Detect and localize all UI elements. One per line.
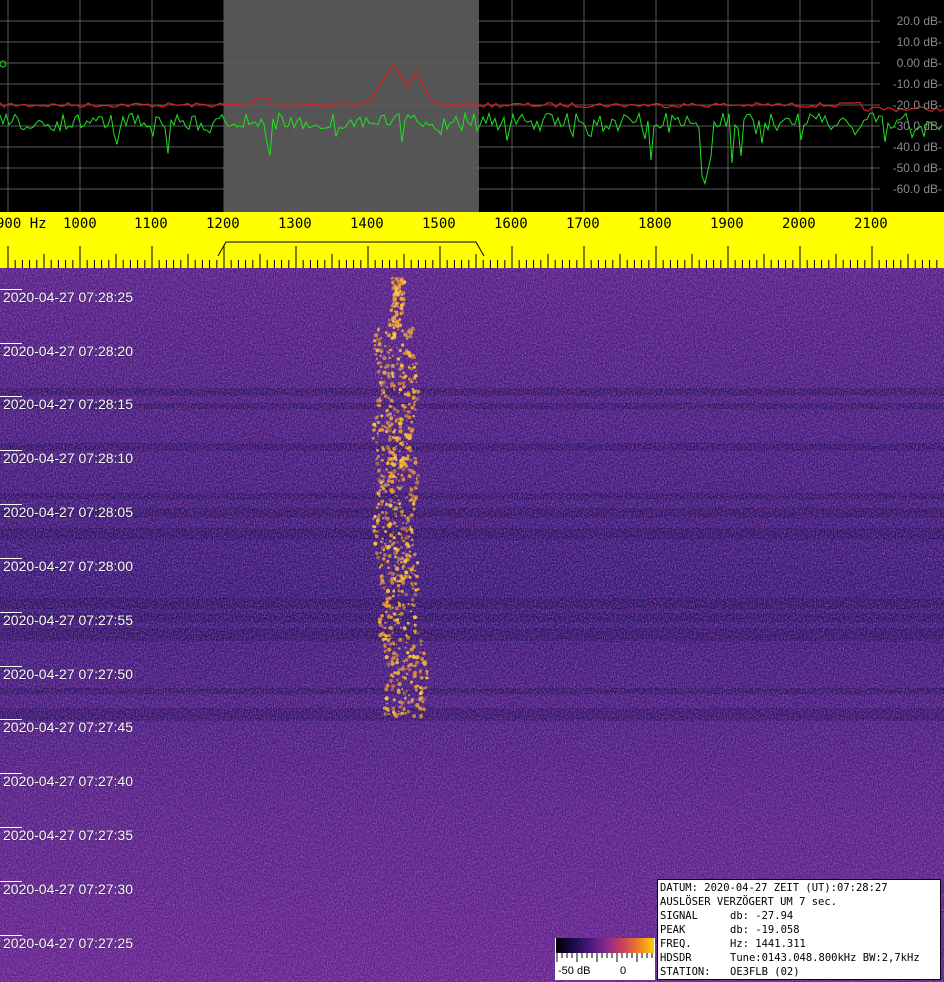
waterfall-image [0, 268, 944, 982]
timestamp: 2020-04-27 07:27:50 [3, 666, 133, 682]
freq-label: 1700 [566, 216, 600, 232]
colorbar-min-label: -50 dB [558, 965, 591, 977]
timestamp: 2020-04-27 07:27:40 [3, 773, 133, 789]
freq-label: 1200 [206, 216, 240, 232]
colorbar-legend: -50 dB 0 [555, 938, 655, 980]
db-label: -50.0 dB- [892, 161, 942, 175]
freq-label: 1600 [494, 216, 528, 232]
hdsdr-value: Tune:0143.048.800kHz BW:2,7kHz [730, 952, 920, 964]
timestamp: 2020-04-27 07:28:25 [3, 289, 133, 305]
db-label: -20.0 dB- [892, 98, 942, 112]
station-value: OE3FLB (02) [730, 966, 800, 978]
db-label: -60.0 dB- [892, 182, 942, 196]
timestamp: 2020-04-27 07:27:25 [3, 935, 133, 951]
db-label: 0.00 dB- [896, 56, 942, 70]
marker-icon [0, 60, 7, 68]
frequency-scale[interactable]: 900 Hz 1000 1100 1200 1300 1400 1500 160… [0, 212, 944, 268]
db-label: -30.0 dB- [892, 119, 942, 133]
timestamp: 2020-04-27 07:27:30 [3, 881, 133, 897]
peak-key: PEAK [660, 924, 686, 936]
freq-row: FREQ. Hz: 1441.311 [660, 937, 940, 951]
signal-row: SIGNAL db: -27.94 [660, 909, 940, 923]
freq-label: 1500 [422, 216, 456, 232]
timestamp: 2020-04-27 07:27:55 [3, 612, 133, 628]
freq-label: 1000 [63, 216, 97, 232]
colorbar-max-label: 0 [620, 965, 627, 977]
freq-key: FREQ. [660, 938, 692, 950]
hdsdr-key: HDSDR [660, 952, 692, 964]
freq-label: 2000 [782, 216, 816, 232]
freq-label: 1400 [350, 216, 384, 232]
freq-label: 2100 [854, 216, 888, 232]
db-label: 20.0 dB- [896, 14, 942, 28]
colorbar-gradient [556, 938, 654, 953]
signal-value: db: -27.94 [730, 910, 794, 922]
timestamp: 2020-04-27 07:28:10 [3, 450, 133, 466]
trigger-line: AUSLÖSER VERZÖGERT UM 7 sec. [660, 896, 838, 908]
timestamp: 2020-04-27 07:28:20 [3, 343, 133, 359]
info-panel: DATUM: 2020-04-27 ZEIT (UT):07:28:27 AUS… [657, 879, 941, 980]
datum-line: DATUM: 2020-04-27 ZEIT (UT):07:28:27 [660, 882, 888, 894]
peak-value: db: -19.058 [730, 924, 800, 936]
signal-key: SIGNAL [660, 910, 698, 922]
peak-row: PEAK db: -19.058 [660, 923, 940, 937]
waterfall-display[interactable]: 2020-04-27 07:28:25 2020-04-27 07:28:20 … [0, 268, 944, 982]
freq-label: 900 Hz [0, 216, 47, 232]
freq-label: 1900 [710, 216, 744, 232]
freq-label: 1300 [278, 216, 312, 232]
timestamp: 2020-04-27 07:27:45 [3, 719, 133, 735]
station-row: STATION: OE3FLB (02) [660, 965, 940, 979]
passband-bracket[interactable] [217, 241, 485, 257]
db-label: -40.0 dB- [892, 140, 942, 154]
hdsdr-row: HDSDR Tune:0143.048.800kHz BW:2,7kHz [660, 951, 940, 965]
freq-value: Hz: 1441.311 [730, 938, 806, 950]
db-label: 10.0 dB- [896, 35, 942, 49]
freq-label: 1800 [638, 216, 672, 232]
spectrum-plot [0, 0, 944, 212]
station-key: STATION: [660, 966, 711, 978]
colorbar-ticks [556, 953, 653, 962]
timestamp: 2020-04-27 07:27:35 [3, 827, 133, 843]
timestamp: 2020-04-27 07:28:05 [3, 504, 133, 520]
timestamp: 2020-04-27 07:28:15 [3, 396, 133, 412]
spectrum-display[interactable]: 20.0 dB- 10.0 dB- 0.00 dB- -10.0 dB- -20… [0, 0, 944, 212]
timestamp: 2020-04-27 07:28:00 [3, 558, 133, 574]
db-label: -10.0 dB- [892, 77, 942, 91]
freq-label: 1100 [134, 216, 168, 232]
